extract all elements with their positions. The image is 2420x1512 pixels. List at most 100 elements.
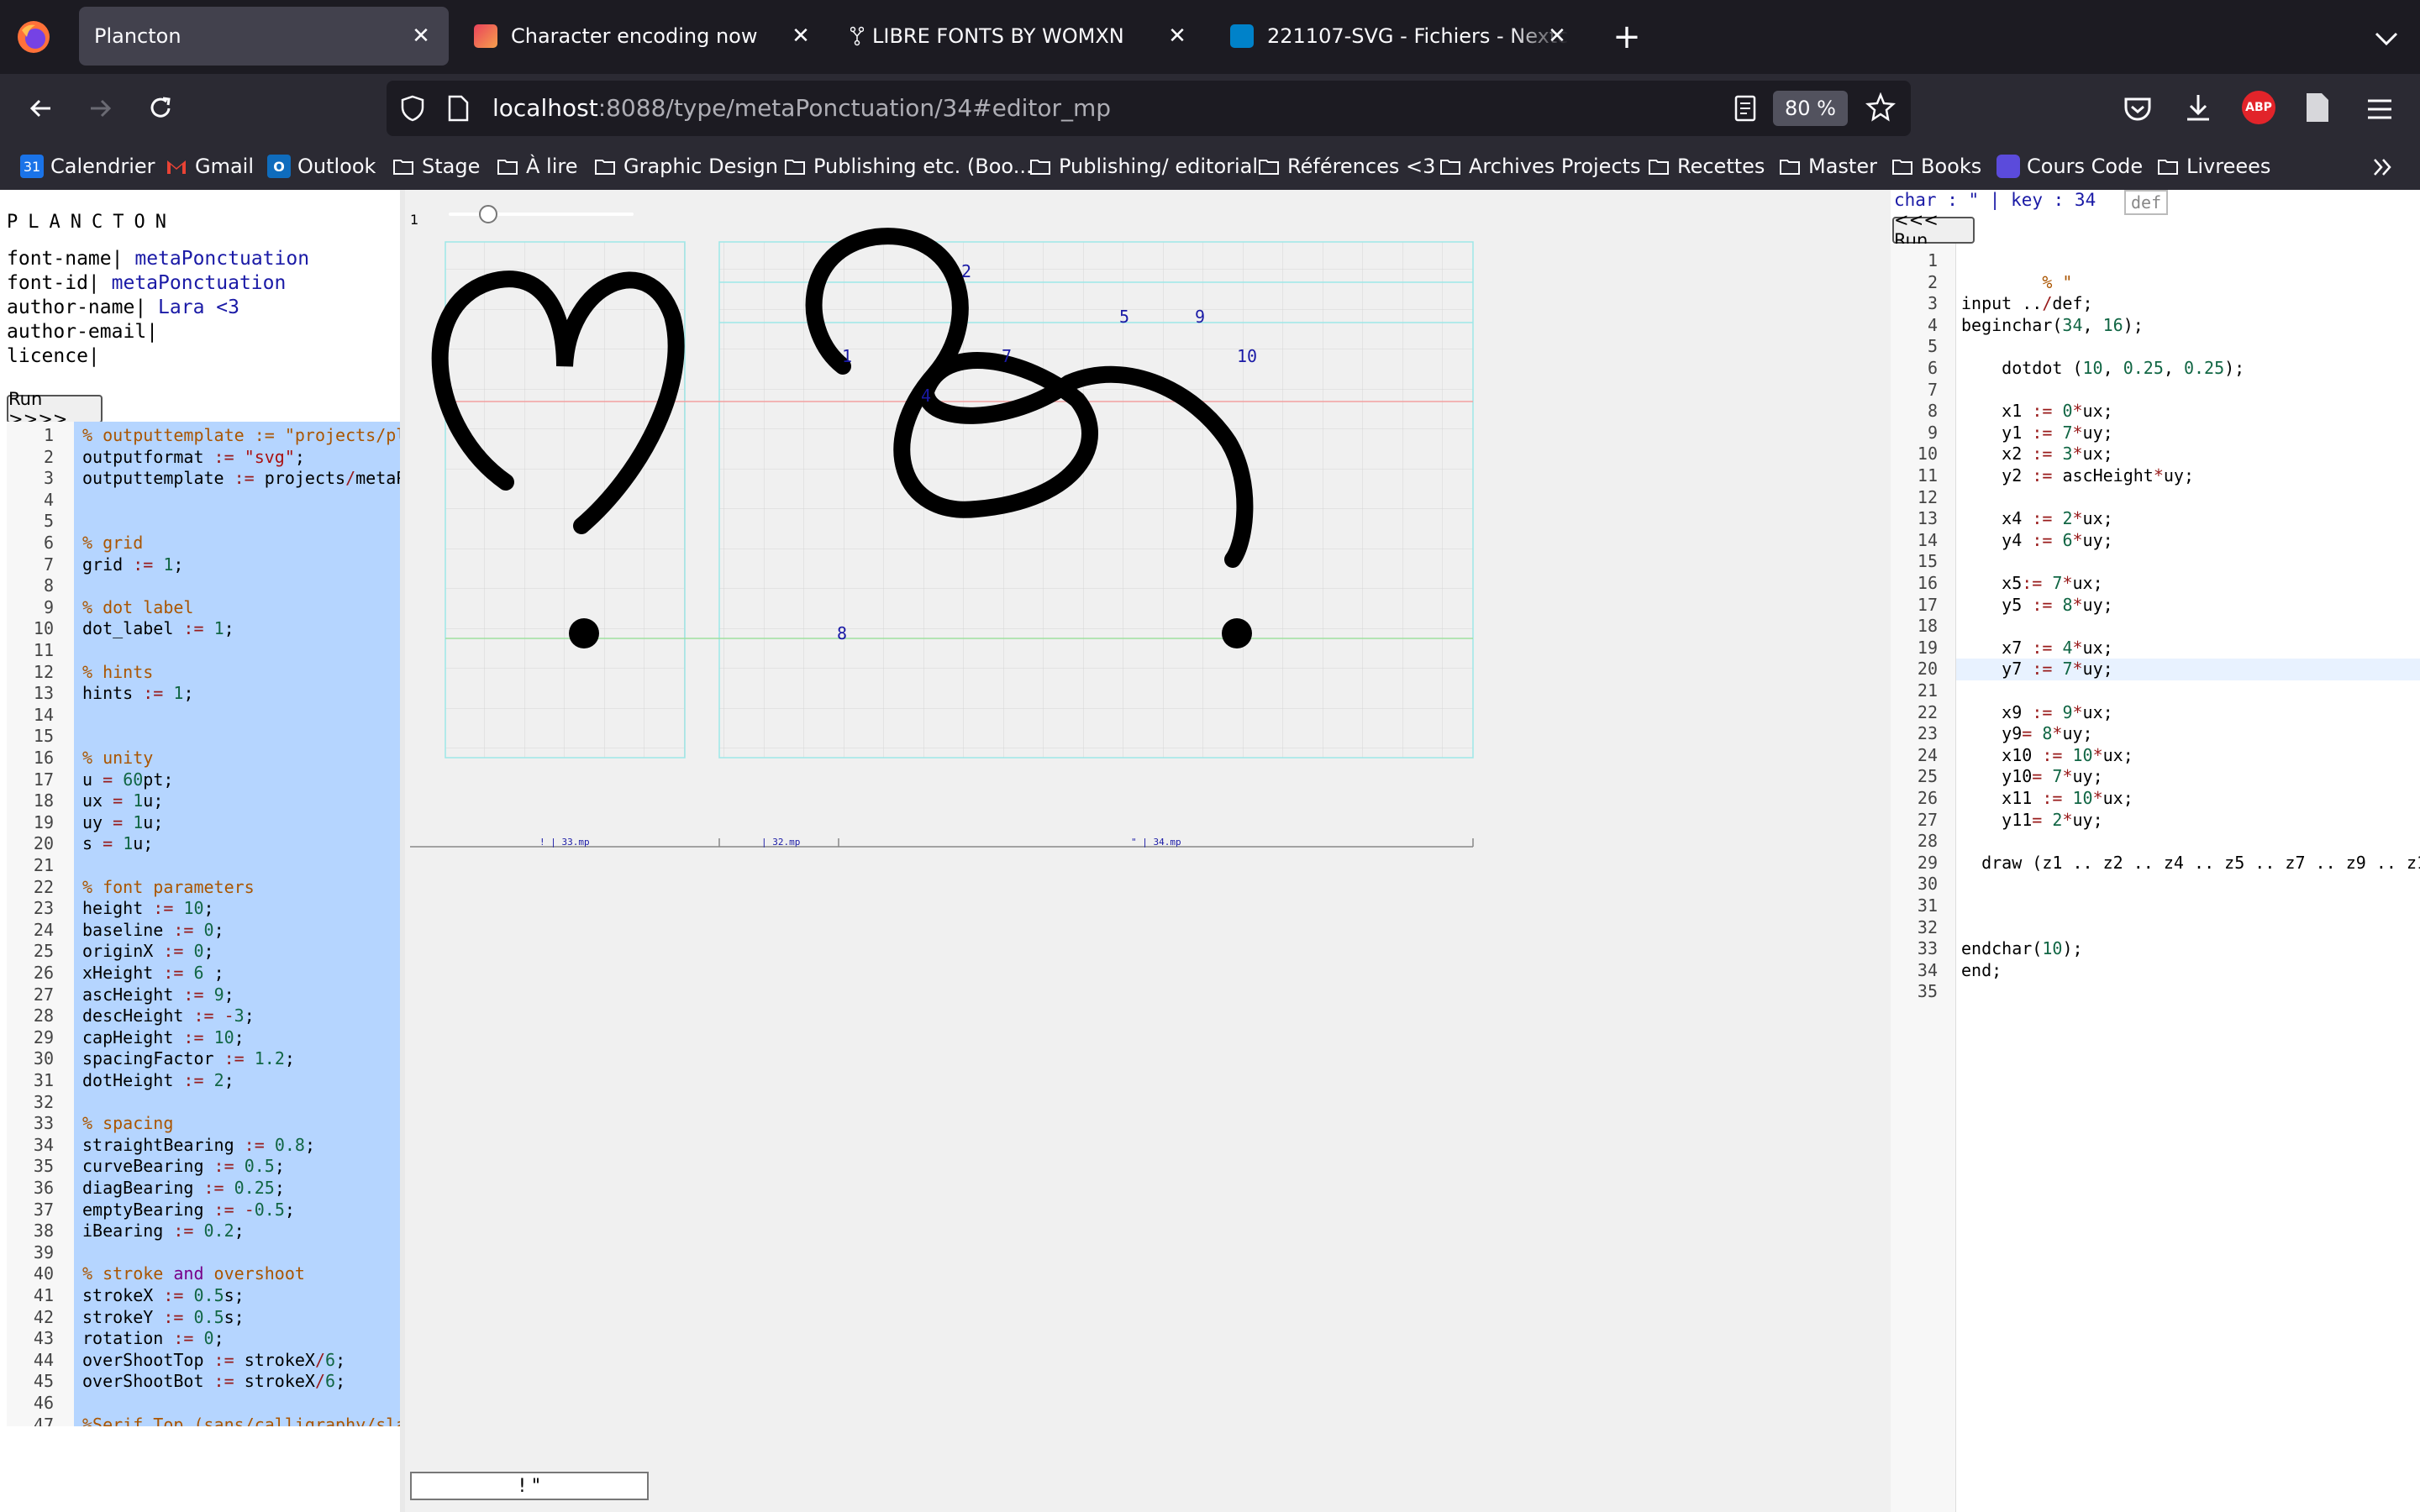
- run-glyph-button[interactable]: <<< Run: [1892, 210, 1975, 250]
- code-line[interactable]: x10 := 10*ux;: [1961, 745, 2133, 767]
- close-tab-icon[interactable]: ✕: [1165, 24, 1190, 49]
- bookmark-outlook[interactable]: O Outlook: [267, 150, 376, 183]
- close-tab-icon[interactable]: ✕: [408, 24, 434, 49]
- code-line[interactable]: dot_label := 1;: [82, 618, 234, 640]
- code-line[interactable]: % ": [1961, 272, 2072, 294]
- code-line[interactable]: curveBearing := 0.5;: [82, 1156, 285, 1178]
- shield-icon[interactable]: [398, 94, 427, 123]
- code-line[interactable]: %Serif Top (sans/calligraphy/slab/: [82, 1415, 400, 1426]
- code-line[interactable]: dotHeight := 2;: [82, 1070, 234, 1092]
- chevron-double-right-icon[interactable]: [2370, 155, 2396, 180]
- code-line[interactable]: endchar(10);: [1961, 938, 2083, 960]
- tab-character-encoding[interactable]: Character encoding now ✕: [459, 7, 829, 66]
- code-line[interactable]: y9= 8*uy;: [1961, 723, 2092, 745]
- glyph-label-space[interactable]: | 32.mp: [761, 837, 800, 848]
- code-line[interactable]: ascHeight := 9;: [82, 984, 234, 1006]
- font-id-field[interactable]: font-id| metaPonctuation: [7, 271, 309, 296]
- hamburger-menu-icon[interactable]: [2363, 94, 2396, 124]
- code-line[interactable]: draw (z1 .. z2 .. z4 .. z5 .. z7 .. z9 .…: [1961, 853, 2420, 874]
- code-line[interactable]: s = 1u;: [82, 833, 153, 855]
- code-line[interactable]: end;: [1961, 960, 2002, 982]
- code-line[interactable]: rotation := 0;: [82, 1328, 224, 1350]
- bookmark-stage[interactable]: Stage: [392, 150, 480, 183]
- close-tab-icon[interactable]: ✕: [1544, 24, 1570, 49]
- code-line[interactable]: x5:= 7*ux;: [1961, 573, 2102, 595]
- code-line[interactable]: uy = 1u;: [82, 812, 163, 834]
- code-line[interactable]: u = 60pt;: [82, 769, 173, 791]
- code-line[interactable]: % outputtemplate := "projects/plan: [82, 425, 400, 447]
- code-line[interactable]: input ../def;: [1961, 293, 2093, 315]
- code-line[interactable]: dotdot (10, 0.25, 0.25);: [1961, 358, 2244, 380]
- zoom-level-button[interactable]: 80 %: [1773, 91, 1848, 126]
- code-line[interactable]: % stroke and overshoot: [82, 1263, 305, 1285]
- code-line[interactable]: x4 := 2*ux;: [1961, 508, 2113, 530]
- code-line[interactable]: y4 := 6*uy;: [1961, 530, 2113, 552]
- pocket-icon[interactable]: [2121, 92, 2154, 126]
- code-line[interactable]: % dot label: [82, 597, 193, 619]
- code-line[interactable]: % grid: [82, 533, 143, 554]
- code-line[interactable]: ux = 1u;: [82, 790, 163, 812]
- download-icon[interactable]: [2181, 91, 2215, 124]
- code-line[interactable]: x7 := 4*ux;: [1961, 638, 2113, 659]
- author-name-field[interactable]: author-name| Lara <3: [7, 296, 309, 320]
- bookmark-archives-projects[interactable]: Archives Projects: [1439, 150, 1641, 183]
- adblock-extension-icon[interactable]: ABP: [2242, 91, 2275, 124]
- reload-button[interactable]: [138, 86, 183, 131]
- glyph-code-editor[interactable]: 1 2 3 4 5 6 7 8 9 10 11 12 13 14 15 16 17 18 19 20 21 22 23 24 2…: [1891, 244, 2420, 1512]
- new-tab-button[interactable]: +: [1607, 17, 1647, 57]
- code-line[interactable]: strokeX := 0.5s;: [82, 1285, 245, 1307]
- code-line[interactable]: y5 := 8*uy;: [1961, 595, 2113, 617]
- code-line[interactable]: strokeY := 0.5s;: [82, 1307, 245, 1329]
- code-line[interactable]: % font parameters: [82, 877, 255, 899]
- bookmark-publishing-editorial[interactable]: Publishing/ editorial: [1028, 150, 1258, 183]
- code-line[interactable]: capHeight := 10;: [82, 1027, 245, 1049]
- code-line[interactable]: x11 := 10*ux;: [1961, 788, 2133, 810]
- bookmark-a-lire[interactable]: À lire: [496, 150, 578, 183]
- code-line[interactable]: diagBearing := 0.25;: [82, 1178, 285, 1200]
- code-line[interactable]: % unity: [82, 748, 153, 769]
- reader-view-icon[interactable]: [1733, 94, 1758, 123]
- bookmark-recettes[interactable]: Recettes: [1647, 150, 1765, 183]
- url-text[interactable]: localhost:8088/type/metaPonctuation/34#e…: [492, 94, 1111, 122]
- code-line[interactable]: iBearing := 0.2;: [82, 1221, 245, 1242]
- bookmark-calendrier[interactable]: 31 Calendrier: [20, 150, 155, 183]
- def-code-editor[interactable]: 1 2 3 4 5 6 7 8 9 10 11 12 13 14 15 16 17 18 19 20 21 22 23 24 2…: [7, 422, 400, 1426]
- code-line[interactable]: y1 := 7*uy;: [1961, 423, 2113, 444]
- def-button[interactable]: def: [2124, 190, 2169, 215]
- code-line[interactable]: baseline := 0;: [82, 920, 224, 942]
- chevron-down-icon[interactable]: [2366, 18, 2407, 59]
- back-button[interactable]: [18, 86, 64, 131]
- author-email-field[interactable]: author-email|: [7, 320, 309, 344]
- code-line[interactable]: straightBearing := 0.8;: [82, 1135, 315, 1157]
- code-line[interactable]: % spacing: [82, 1113, 173, 1135]
- bookmark-graphic-design[interactable]: Graphic Design: [593, 150, 778, 183]
- code-line[interactable]: x1 := 0*ux;: [1961, 401, 2113, 423]
- code-line[interactable]: spacingFactor := 1.2;: [82, 1048, 295, 1070]
- code-line[interactable]: x2 := 3*ux;: [1961, 444, 2113, 465]
- licence-field[interactable]: licence|: [7, 344, 309, 369]
- url-bar[interactable]: localhost:8088/type/metaPonctuation/34#e…: [387, 81, 1911, 136]
- bookmark-master[interactable]: Master: [1778, 150, 1877, 183]
- code-line[interactable]: y2 := ascHeight*uy;: [1961, 465, 2194, 487]
- code-line[interactable]: grid := 1;: [82, 554, 183, 576]
- forward-button[interactable]: [77, 86, 123, 131]
- code-line[interactable]: overShootBot := strokeX/6;: [82, 1371, 345, 1393]
- code-line[interactable]: x9 := 9*ux;: [1961, 702, 2113, 724]
- tab-nextcloud[interactable]: 221107-SVG - Fichiers - Nextcloud ✕: [1215, 7, 1585, 66]
- code-line[interactable]: originX := 0;: [82, 941, 214, 963]
- bookmark-star-icon[interactable]: [1865, 92, 1896, 123]
- code-line[interactable]: hints := 1;: [82, 683, 194, 705]
- code-line[interactable]: overShootTop := strokeX/6;: [82, 1350, 345, 1372]
- code-area[interactable]: % outputtemplate := "projects/plan output…: [74, 422, 400, 1426]
- bookmark-gmail[interactable]: Gmail: [165, 150, 254, 183]
- bookmark-livreees[interactable]: Livreees: [2156, 150, 2270, 183]
- tab-plancton[interactable]: Plancton ✕: [79, 7, 449, 66]
- bookmark-cours-code[interactable]: Cours Code: [1996, 150, 2143, 183]
- code-area[interactable]: % " input ../def; beginchar(34, 16); dotdo…: [1956, 244, 2420, 1512]
- bookmark-books[interactable]: Books: [1891, 150, 1981, 183]
- code-line[interactable]: emptyBearing := -0.5;: [82, 1200, 295, 1221]
- text-preview-input[interactable]: ! ": [410, 1472, 649, 1500]
- close-tab-icon[interactable]: ✕: [788, 24, 813, 49]
- code-line[interactable]: y11= 2*uy;: [1961, 810, 2102, 832]
- code-line[interactable]: outputformat := "svg";: [82, 447, 305, 469]
